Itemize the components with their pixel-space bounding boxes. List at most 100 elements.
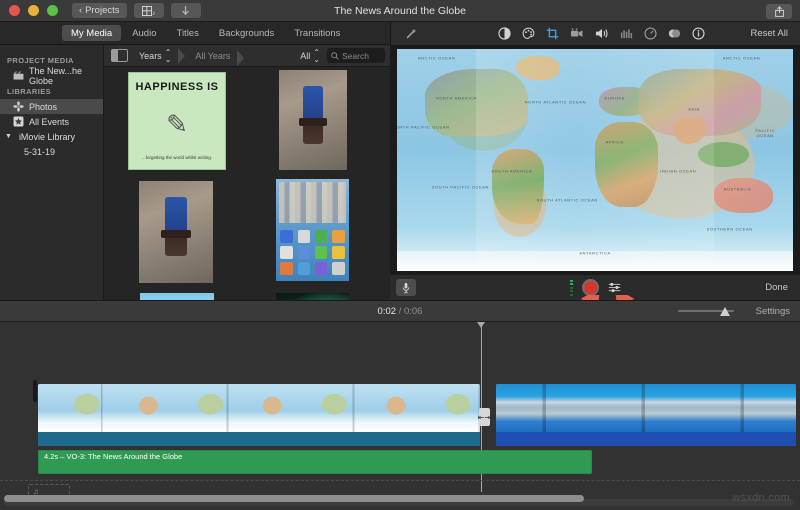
- photos-flower-icon: [13, 101, 24, 112]
- thumbnail-happiness-is-card[interactable]: HAPPINESS IS ✎ ...forgetting the world w…: [128, 72, 226, 170]
- map-label: SOUTHERN OCEAN: [707, 226, 753, 231]
- color-correction-icon[interactable]: [522, 27, 535, 40]
- south-america-shape: [492, 149, 543, 224]
- magic-wand-icon: [405, 27, 418, 40]
- star-events-icon: [13, 116, 24, 127]
- timeline-settings-button[interactable]: Settings: [756, 306, 790, 317]
- timeline-zoom-slider[interactable]: [678, 305, 734, 317]
- import-media-button[interactable]: [171, 3, 201, 18]
- map-filmstrip: [38, 384, 480, 432]
- southeast-asia-shape: [698, 142, 749, 166]
- photo-bud-can: [139, 181, 213, 283]
- thumbnail-blue-can-patio[interactable]: [279, 70, 347, 170]
- media-filter-select[interactable]: All ⌃⌄: [300, 49, 320, 63]
- chevron-updown-icon: ⌃⌄: [313, 49, 320, 63]
- timeline-toolbar: 0:02 / 0:06 Settings: [0, 300, 800, 322]
- photo-blue-can: [279, 70, 347, 170]
- enhance-button[interactable]: [405, 27, 418, 40]
- world-map-preview: NORTH AMERICASOUTH AMERICAEUROPEAFRICAAS…: [397, 49, 793, 271]
- timeline-clip-waterfall-video[interactable]: [496, 384, 796, 446]
- map-label: SOUTH ATLANTIC OCEAN: [537, 197, 598, 202]
- crop-icon[interactable]: [546, 27, 559, 40]
- map-label: AFRICA: [606, 140, 624, 145]
- thumbnail-ipad-home-screen[interactable]: [276, 179, 349, 281]
- main-toolbar: My Media Audio Titles Backgrounds Transi…: [0, 22, 800, 45]
- equalizer-icon[interactable]: [620, 27, 633, 40]
- zoom-slider-knob[interactable]: [720, 307, 730, 316]
- timeline-ruler[interactable]: [0, 322, 800, 332]
- sidebar-toggle-icon[interactable]: [111, 49, 128, 62]
- australia-shape: [714, 178, 773, 214]
- waterfall-clip-audio-band: [496, 432, 796, 446]
- media-tabs: My Media Audio Titles Backgrounds Transi…: [62, 25, 349, 41]
- doodle-icon: ✎: [166, 111, 188, 137]
- disclosure-triangle-icon[interactable]: ▼: [5, 133, 12, 140]
- total-time: 0:06: [404, 306, 423, 317]
- thumbnail-aurora[interactable]: [276, 293, 349, 300]
- timeline-clip-voiceover-audio[interactable]: 4.2s – VO-3: The News Around the Globe: [38, 450, 592, 474]
- sidebar-item-event-5-31-19[interactable]: 5-31-19: [0, 144, 103, 159]
- close-button[interactable]: [9, 5, 20, 16]
- tab-transitions[interactable]: Transitions: [285, 25, 349, 41]
- horizontal-scrollbar-thumb[interactable]: [4, 495, 584, 502]
- sidebar-item-label: 5-31-19: [24, 147, 55, 157]
- voiceover-options-button[interactable]: [608, 282, 621, 293]
- breadcrumb-years[interactable]: Years ⌃⌄: [128, 46, 184, 66]
- sidebar-item-all-events[interactable]: All Events: [0, 114, 103, 129]
- sidebar-item-project-media[interactable]: The New...he Globe: [0, 68, 103, 83]
- tab-my-media[interactable]: My Media: [62, 25, 121, 41]
- africa-shape: [595, 122, 658, 206]
- sidebar-item-label: The New...he Globe: [29, 66, 103, 86]
- speed-icon[interactable]: [644, 27, 657, 40]
- search-icon: [331, 52, 339, 60]
- india-shape: [674, 118, 706, 145]
- timeline[interactable]: ⇤⇥ 4.2s – VO-3: The News Around the Glob…: [0, 322, 800, 510]
- record-button[interactable]: [582, 279, 599, 296]
- imovie-window: ‹ Projects ♪ The News Around the Globe: [0, 0, 800, 510]
- reset-all-button[interactable]: Reset All: [751, 28, 789, 39]
- zoom-button[interactable]: [47, 5, 58, 16]
- tab-audio[interactable]: Audio: [123, 25, 165, 41]
- tab-backgrounds[interactable]: Backgrounds: [210, 25, 283, 41]
- happiness-title: HAPPINESS IS: [135, 81, 218, 93]
- map-label: EUROPE: [605, 95, 626, 100]
- thumbnail-bud-can-patio[interactable]: [139, 181, 213, 283]
- voiceover-bar: Done: [390, 275, 800, 300]
- breadcrumb-all-years-label: All Years: [195, 51, 230, 61]
- tab-titles[interactable]: Titles: [168, 25, 208, 41]
- clip-left-edge-handle[interactable]: [33, 380, 37, 402]
- sidebar-item-imovie-library[interactable]: ▼ iMovie Library: [0, 129, 103, 144]
- library-button[interactable]: ♪: [134, 3, 164, 18]
- sidebar-item-label: Photos: [29, 102, 57, 112]
- volume-icon[interactable]: [595, 27, 609, 40]
- media-browser[interactable]: HAPPINESS IS ✎ ...forgetting the world w…: [104, 67, 390, 300]
- share-button[interactable]: [766, 4, 792, 19]
- share-icon: [775, 6, 784, 17]
- info-icon[interactable]: [692, 27, 705, 40]
- chevron-left-icon: ‹: [79, 5, 82, 16]
- breadcrumb-all-years[interactable]: All Years: [184, 48, 243, 64]
- map-label: INDIAN OCEAN: [660, 169, 696, 174]
- horizontal-scrollbar-track[interactable]: [4, 499, 794, 506]
- map-label: NORTH PACIFIC OCEAN: [397, 124, 449, 129]
- sidebar-item-photos[interactable]: Photos: [0, 99, 103, 114]
- happiness-caption: ...forgetting the world whilst writing.: [142, 155, 212, 162]
- sidebar: PROJECT MEDIA The New...he Globe LIBRARI…: [0, 45, 104, 300]
- viewer[interactable]: NORTH AMERICASOUTH AMERICAEUROPEAFRICAAS…: [390, 45, 800, 275]
- thumbnail-game-screenshot[interactable]: [140, 293, 214, 300]
- stabilization-icon[interactable]: [570, 27, 584, 40]
- map-label: PACIFIC OCEAN: [751, 128, 779, 138]
- minimize-button[interactable]: [28, 5, 39, 16]
- back-to-projects-button[interactable]: ‹ Projects: [72, 3, 127, 18]
- search-input[interactable]: Search: [327, 48, 385, 63]
- timeline-clip-map-video[interactable]: [38, 384, 480, 446]
- trim-handle-icon[interactable]: ⇤⇥: [479, 408, 490, 426]
- color-balance-icon[interactable]: [498, 27, 511, 40]
- search-placeholder: Search: [342, 51, 369, 61]
- map-label: ANTARCTICA: [579, 251, 610, 256]
- voiceover-done-button[interactable]: Done: [765, 282, 788, 293]
- filters-icon[interactable]: [668, 27, 681, 40]
- photo-ipad: [276, 179, 349, 281]
- sidebar-item-label: iMovie Library: [19, 132, 75, 142]
- map-label: SOUTH PACIFIC OCEAN: [432, 184, 489, 189]
